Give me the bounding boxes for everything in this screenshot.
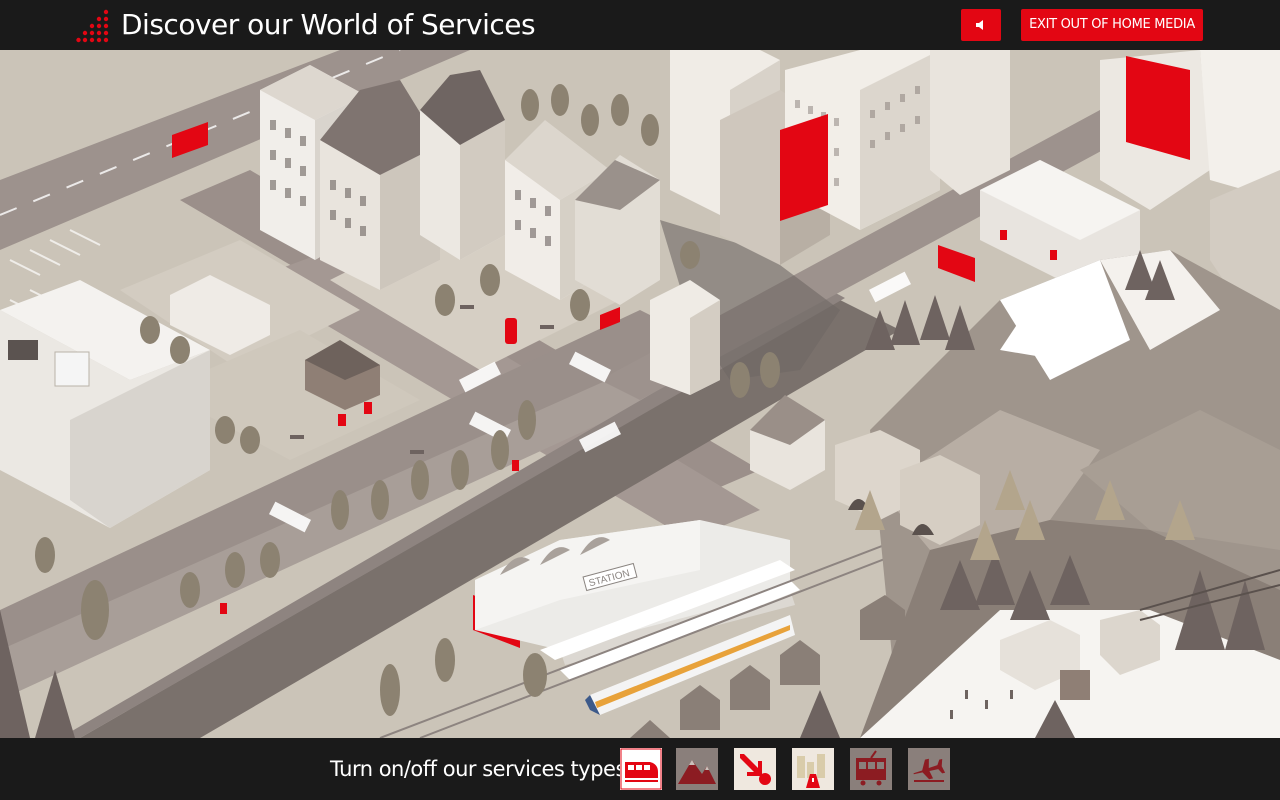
sound-toggle-button[interactable] <box>961 9 1001 41</box>
filter-city-button[interactable] <box>792 748 834 790</box>
train-icon <box>620 748 662 790</box>
filter-mountains-button[interactable] <box>676 748 718 790</box>
filter-train-button[interactable] <box>620 748 662 790</box>
exit-out-of-home-media-button[interactable]: EXIT OUT OF HOME MEDIA <box>1021 9 1203 41</box>
arrow-target-icon <box>734 748 776 790</box>
city-road-icon <box>792 748 834 790</box>
tram-icon <box>850 748 892 790</box>
filter-direct-target-button[interactable] <box>734 748 776 790</box>
mountains-icon <box>676 748 718 790</box>
filter-airplane-button[interactable] <box>908 748 950 790</box>
city-illustration: STATION <box>0 50 1280 738</box>
page-title: Discover our World of Services <box>121 8 536 41</box>
speaker-icon <box>976 20 983 30</box>
isometric-city-map[interactable]: STATION <box>0 50 1280 738</box>
header-bar: Discover our World of Services EXIT OUT … <box>0 0 1280 50</box>
filter-tram-button[interactable] <box>850 748 892 790</box>
logo-icon <box>76 9 109 43</box>
filter-label: Turn on/off our services types: <box>330 757 633 781</box>
airplane-icon <box>908 748 950 790</box>
